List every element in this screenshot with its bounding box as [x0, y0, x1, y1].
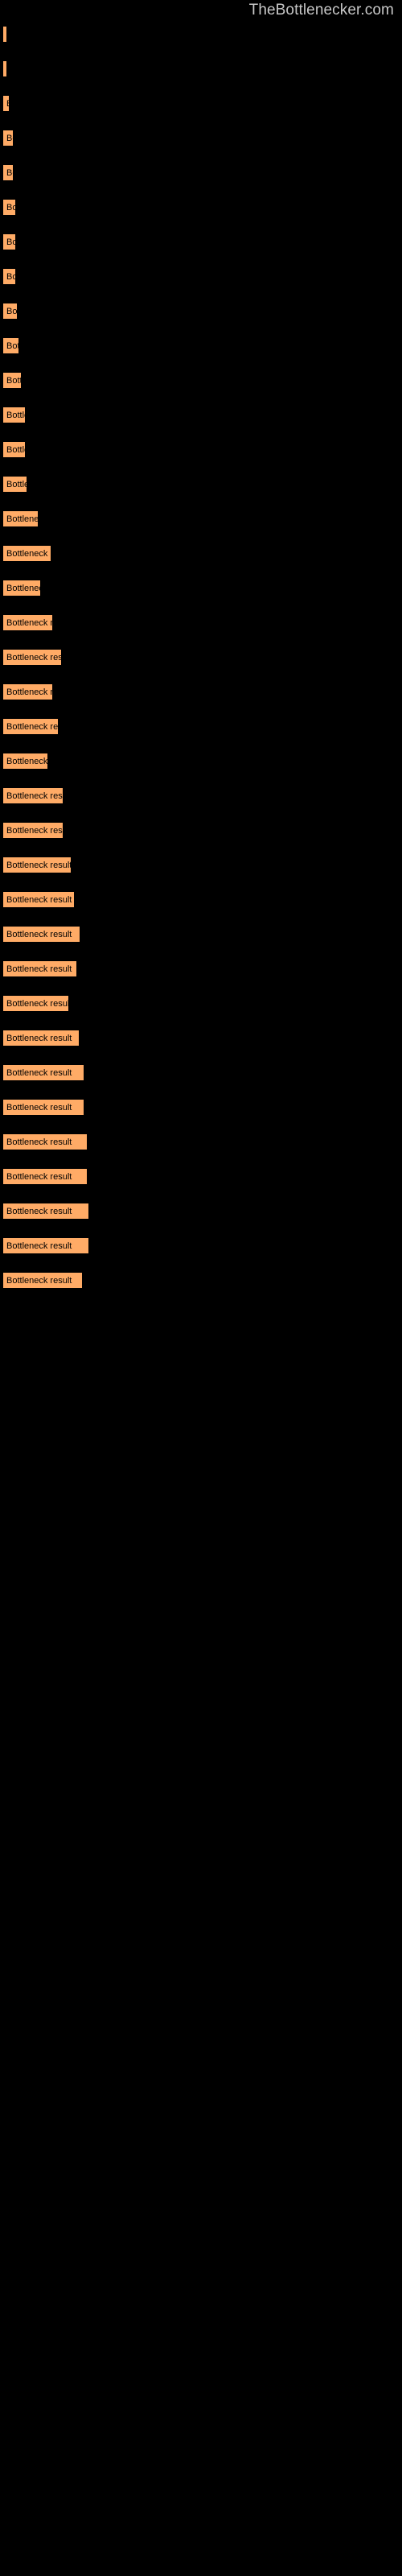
bar-23: Bottleneck result	[2, 822, 64, 839]
bar-3: Bottleneck result	[2, 130, 14, 147]
bar-24: Bottleneck result	[2, 857, 72, 873]
bar-9: Bottleneck result	[2, 337, 19, 354]
bar-22: Bottleneck result	[2, 787, 64, 804]
bar-11: Bottleneck result	[2, 407, 26, 423]
bar-10: Bottleneck result	[2, 372, 22, 389]
bar-4: Bottleneck result	[2, 164, 14, 181]
bar-5: Bottleneck result	[2, 199, 16, 216]
bar-16: Bottleneck result	[2, 580, 41, 597]
bar-13: Bottleneck result	[2, 476, 27, 493]
bar-30: Bottleneck result	[2, 1064, 84, 1081]
bar-17: Bottleneck result	[2, 614, 53, 631]
bar-21: Bottleneck result	[2, 753, 48, 770]
bar-36: Bottleneck result	[2, 1272, 83, 1289]
bar-8: Bottleneck result	[2, 303, 18, 320]
bar-33: Bottleneck result	[2, 1168, 88, 1185]
bar-7: Bottleneck result	[2, 268, 16, 285]
bar-chart-plot-area: Bottleneck result Bottleneck result Bottle…	[0, 0, 402, 2576]
bar-6: Bottleneck result	[2, 233, 16, 250]
bar-26: Bottleneck result	[2, 926, 80, 943]
bar-1: Bottleneck result	[2, 60, 7, 77]
bar-25: Bottleneck result	[2, 891, 75, 908]
bar-12: Bottleneck result	[2, 441, 26, 458]
bar-14: Bottleneck result	[2, 510, 39, 527]
bar-31: Bottleneck result	[2, 1099, 84, 1116]
bar-32: Bottleneck result	[2, 1133, 88, 1150]
chart-page: TheBottlenecker.com Bottleneck resultBot…	[0, 0, 402, 2576]
bar-27: Bottleneck result	[2, 960, 77, 977]
bar-35: Bottleneck result	[2, 1237, 89, 1254]
bar-29: Bottleneck result	[2, 1030, 80, 1046]
bar-15: Bottleneck result	[2, 545, 51, 562]
bar-34: Bottleneck result	[2, 1203, 89, 1220]
bar-2: Bottleneck result	[2, 95, 10, 112]
bar-20: Bottleneck result	[2, 718, 59, 735]
bar-18: Bottleneck result	[2, 649, 62, 666]
bar-28: Bottleneck result	[2, 995, 69, 1012]
bar-0: Bottleneck result	[2, 26, 7, 43]
bar-19: Bottleneck result	[2, 683, 53, 700]
